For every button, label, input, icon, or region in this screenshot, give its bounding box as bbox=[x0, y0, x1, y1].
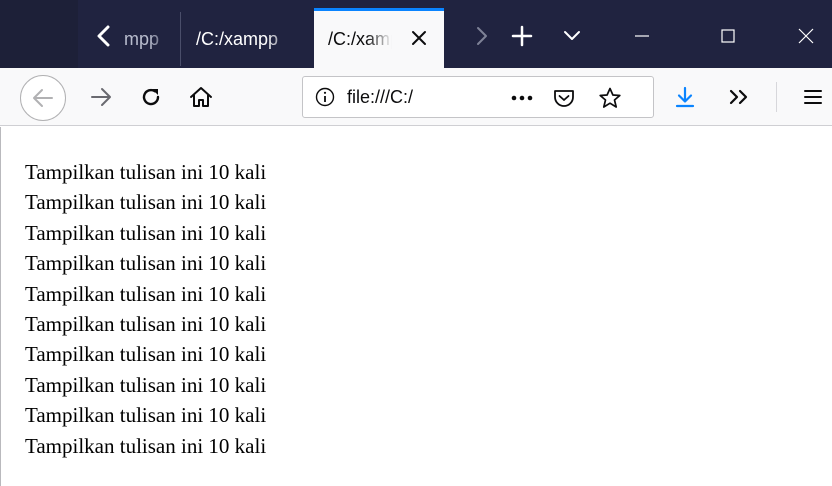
page-content: Tampilkan tulisan ini 10 kali Tampilkan … bbox=[0, 127, 832, 486]
tab-active[interactable]: /C:/xampp bbox=[314, 8, 444, 68]
maximize-button[interactable] bbox=[708, 16, 748, 56]
reload-icon bbox=[142, 88, 160, 106]
bookmark-star-icon[interactable] bbox=[595, 83, 625, 113]
close-icon bbox=[412, 31, 426, 45]
navigation-toolbar: file:///C:/ bbox=[0, 68, 832, 126]
text-line: Tampilkan tulisan ini 10 kali bbox=[25, 251, 267, 276]
overflow-button[interactable] bbox=[718, 76, 760, 118]
tab-scroll-left-button[interactable] bbox=[84, 16, 124, 56]
maximize-icon bbox=[721, 29, 735, 43]
tab-title: mpp bbox=[124, 28, 160, 49]
text-line: Tampilkan tulisan ini 10 kali bbox=[25, 160, 267, 184]
back-arrow-icon bbox=[33, 89, 53, 107]
url-text[interactable]: file:///C:/ bbox=[347, 87, 457, 109]
tab-partial[interactable]: mpp bbox=[122, 10, 180, 68]
text-line: Tampilkan tulisan ini 10 kali bbox=[25, 281, 267, 306]
minimize-icon bbox=[635, 35, 649, 37]
tab-strip: mpp /C:/xampp /C:/xampp bbox=[0, 0, 832, 68]
tab-background[interactable]: /C:/xampp bbox=[182, 10, 312, 68]
tab-scroll-right-button[interactable] bbox=[462, 16, 502, 56]
url-bar[interactable]: file:///C:/ bbox=[302, 76, 654, 118]
window-close-button[interactable] bbox=[786, 16, 826, 56]
menu-button[interactable] bbox=[792, 76, 832, 118]
minimize-button[interactable] bbox=[622, 16, 662, 56]
tab-list-button[interactable] bbox=[552, 16, 592, 56]
close-icon bbox=[798, 28, 814, 44]
tab-close-button[interactable] bbox=[406, 25, 432, 51]
new-tab-button[interactable] bbox=[502, 16, 542, 56]
download-icon bbox=[675, 86, 695, 108]
downloads-button[interactable] bbox=[664, 76, 706, 118]
text-line: Tampilkan tulisan ini 10 kali bbox=[25, 220, 267, 245]
titlebar-drag-area[interactable] bbox=[0, 0, 78, 68]
back-button[interactable] bbox=[20, 75, 66, 121]
tab-separator bbox=[180, 12, 181, 66]
chevron-right-icon bbox=[477, 27, 487, 45]
overflow-chevrons-icon bbox=[729, 89, 748, 105]
forward-arrow-icon bbox=[91, 88, 111, 106]
info-icon[interactable] bbox=[313, 85, 337, 109]
text-line: Tampilkan tulisan ini 10 kali bbox=[25, 190, 267, 215]
plus-icon bbox=[511, 25, 533, 47]
text-line: Tampilkan tulisan ini 10 kali bbox=[25, 403, 267, 428]
home-icon bbox=[190, 87, 212, 107]
pocket-icon[interactable] bbox=[549, 83, 579, 113]
toolbar-divider bbox=[776, 82, 777, 112]
text-line: Tampilkan tulisan ini 10 kali bbox=[25, 312, 267, 337]
chevron-left-icon bbox=[97, 25, 110, 47]
more-actions-icon[interactable] bbox=[507, 83, 537, 113]
tab-title: /C:/xampp bbox=[328, 29, 392, 49]
reload-button[interactable] bbox=[130, 76, 172, 118]
text-line: Tampilkan tulisan ini 10 kali bbox=[25, 433, 267, 458]
text-line: Tampilkan tulisan ini 10 kali bbox=[25, 342, 267, 367]
hamburger-menu-icon bbox=[804, 90, 822, 104]
tab-title: /C:/xampp bbox=[196, 28, 279, 49]
home-button[interactable] bbox=[180, 76, 222, 118]
text-line: Tampilkan tulisan ini 10 kali bbox=[25, 372, 267, 397]
text-lines: Tampilkan tulisan ini 10 kali Tampilkan … bbox=[25, 157, 266, 461]
chevron-down-icon bbox=[564, 31, 580, 40]
forward-button[interactable] bbox=[80, 76, 122, 118]
